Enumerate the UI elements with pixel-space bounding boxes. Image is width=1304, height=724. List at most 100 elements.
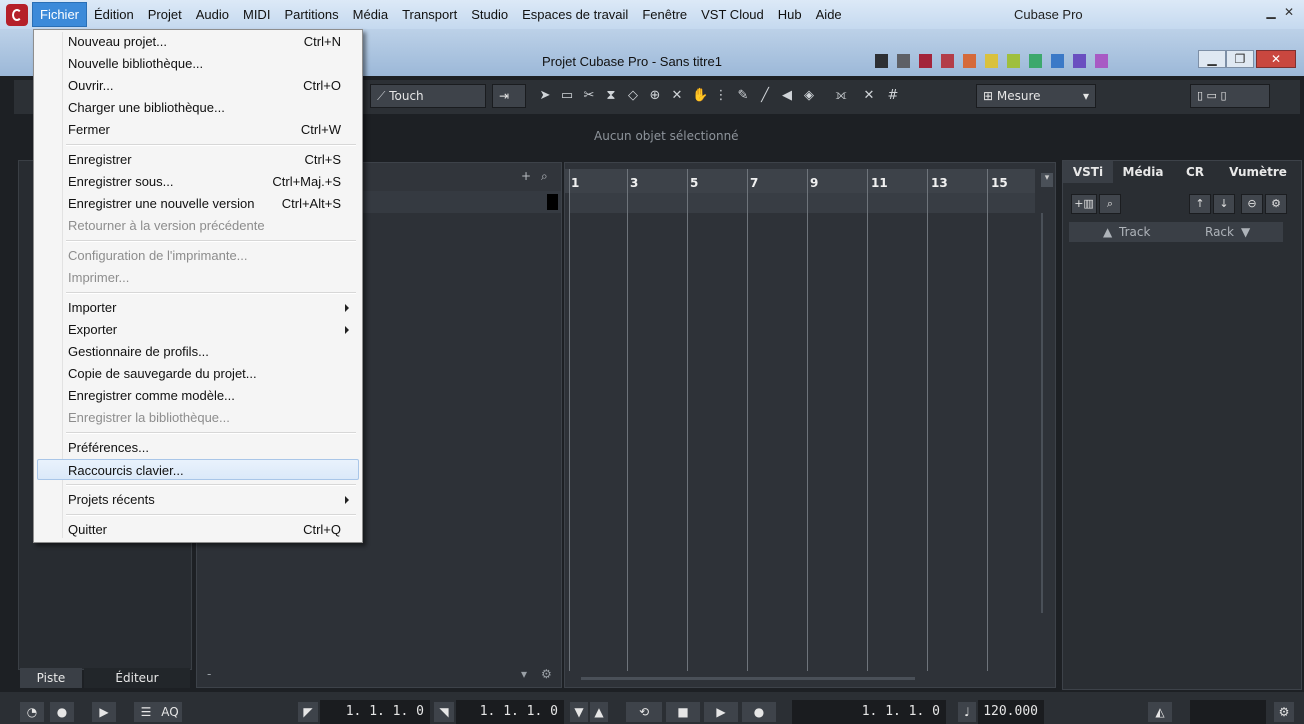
gear-icon[interactable]: ⚙: [541, 667, 552, 681]
timewarp-tool-icon[interactable]: ⋮: [714, 89, 728, 103]
menu-item-preferences[interactable]: Préférences...: [37, 437, 359, 458]
color-tool-icon[interactable]: ◈: [802, 89, 816, 103]
play-tool-icon[interactable]: ◀: [780, 89, 794, 103]
menu-transport[interactable]: Transport: [395, 3, 464, 26]
punch-in-icon[interactable]: ▼: [570, 702, 588, 722]
snap-to-zero-icon[interactable]: ⟗: [834, 89, 848, 103]
record-mode-icon[interactable]: ●: [50, 702, 74, 722]
tab-media[interactable]: Média: [1115, 161, 1171, 183]
event-display[interactable]: ▾: [564, 162, 1056, 688]
event-lane[interactable]: [569, 193, 1035, 213]
color-swatch[interactable]: [1051, 54, 1064, 68]
menu-projet[interactable]: Projet: [141, 3, 189, 26]
cubase-logo-icon[interactable]: [6, 3, 28, 26]
automation-mode-select[interactable]: ⟋ Touch: [370, 84, 486, 108]
col-track[interactable]: Track: [1119, 225, 1150, 239]
add-track-icon[interactable]: +: [521, 169, 531, 183]
tempo-display[interactable]: 120.000: [978, 700, 1044, 724]
color-swatch[interactable]: [897, 54, 910, 68]
search-icon[interactable]: ⌕: [1099, 194, 1121, 214]
right-locator-icon[interactable]: ◥: [434, 702, 454, 722]
tab-vumetre[interactable]: Vumètre: [1219, 161, 1297, 183]
menu-item-enregistrer-sous[interactable]: Enregistrer sous... Ctrl+Maj.+S: [37, 171, 359, 192]
split-tool-icon[interactable]: ✂: [582, 89, 596, 103]
position-display[interactable]: 1. 1. 1. 0: [792, 700, 946, 724]
menu-item-configuration-imprimante[interactable]: Configuration de l'imprimante...: [37, 245, 359, 266]
arrow-up-icon[interactable]: ↑: [1189, 194, 1211, 214]
menu-item-nouvelle-version[interactable]: Enregistrer une nouvelle version Ctrl+Alt…: [37, 193, 359, 214]
record-button[interactable]: ●: [742, 702, 776, 722]
grid-type-select[interactable]: ⊞ Mesure ▾: [976, 84, 1096, 108]
menu-audio[interactable]: Audio: [189, 3, 236, 26]
grid-icon[interactable]: #: [886, 89, 900, 103]
col-rack[interactable]: Rack: [1205, 225, 1234, 239]
menu-hub[interactable]: Hub: [771, 3, 809, 26]
menu-item-enregistrer-bibliotheque[interactable]: Enregistrer la bibliothèque...: [37, 407, 359, 428]
menu-vst-cloud[interactable]: VST Cloud: [694, 3, 771, 26]
tab-cr[interactable]: CR: [1173, 161, 1217, 183]
color-swatch[interactable]: [1029, 54, 1042, 68]
sort-down-icon[interactable]: ▼: [1241, 225, 1250, 239]
menu-item-enregistrer-modele[interactable]: Enregistrer comme modèle...: [37, 385, 359, 406]
menu-item-gestionnaire-profils[interactable]: Gestionnaire de profils...: [37, 341, 359, 362]
color-swatch[interactable]: [919, 54, 932, 68]
menu-item-quitter[interactable]: Quitter Ctrl+Q: [37, 519, 359, 540]
left-locator-field[interactable]: 1. 1. 1. 0: [320, 700, 430, 724]
right-locator-field[interactable]: 1. 1. 1. 0: [456, 700, 564, 724]
color-swatch[interactable]: [1073, 54, 1086, 68]
menu-item-nouvelle-bibliotheque[interactable]: Nouvelle bibliothèque...: [37, 53, 359, 74]
menu-item-importer[interactable]: Importer: [37, 297, 359, 318]
tab-piste[interactable]: Piste: [20, 668, 82, 688]
close-icon[interactable]: ✕: [1276, 4, 1302, 20]
tempo-icon[interactable]: ♩: [958, 702, 976, 722]
project-minimize-icon[interactable]: ▁: [1198, 50, 1226, 68]
menu-partitions[interactable]: Partitions: [277, 3, 345, 26]
pointer-tool-icon[interactable]: ➤: [538, 89, 552, 103]
erase-tool-icon[interactable]: ◇: [626, 89, 640, 103]
menu-item-version-precedente[interactable]: Retourner à la version précédente: [37, 215, 359, 236]
horizontal-scrollbar[interactable]: [581, 677, 915, 680]
menu-item-enregistrer[interactable]: Enregistrer Ctrl+S: [37, 149, 359, 170]
snap-mode-button[interactable]: ⇥: [492, 84, 526, 108]
menu-studio[interactable]: Studio: [464, 3, 515, 26]
add-instrument-icon[interactable]: +▥: [1071, 194, 1097, 214]
ruler-menu-icon[interactable]: ▾: [1041, 173, 1053, 187]
play-button[interactable]: ▶: [704, 702, 738, 722]
cycle-button[interactable]: ⟲: [626, 702, 662, 722]
menu-item-imprimer[interactable]: Imprimer...: [37, 267, 359, 288]
window-layout-buttons[interactable]: ▯ ▭ ▯: [1190, 84, 1270, 108]
quantize-icon[interactable]: ☰: [134, 702, 158, 722]
arrow-down-icon[interactable]: ↓: [1213, 194, 1235, 214]
draw-tool-icon[interactable]: ✎: [736, 89, 750, 103]
stop-button[interactable]: ■: [666, 702, 700, 722]
snap-toggle-icon[interactable]: ✕: [862, 89, 876, 103]
tab-vsti[interactable]: VSTi: [1063, 161, 1113, 183]
punch-out-icon[interactable]: ▲: [590, 702, 608, 722]
menu-edition[interactable]: Édition: [87, 3, 141, 26]
project-close-icon[interactable]: ✕: [1256, 50, 1296, 68]
mute-tool-icon[interactable]: ✕: [670, 89, 684, 103]
cycle-mode-icon[interactable]: ▶: [92, 702, 116, 722]
menu-espaces-de-travail[interactable]: Espaces de travail: [515, 3, 635, 26]
menu-item-ouvrir[interactable]: Ouvrir... Ctrl+O: [37, 75, 359, 96]
metronome-icon[interactable]: ◭: [1148, 702, 1172, 722]
sort-up-icon[interactable]: ▲: [1103, 225, 1112, 239]
menu-item-projets-recents[interactable]: Projets récents: [37, 489, 359, 510]
search-icon[interactable]: ⌕: [541, 169, 548, 184]
zoom-tool-icon[interactable]: ⊕: [648, 89, 662, 103]
line-tool-icon[interactable]: ╱: [758, 89, 772, 103]
chevron-down-icon[interactable]: ▾: [521, 667, 527, 681]
zoom-out-icon[interactable]: -: [207, 667, 211, 681]
menu-fenetre[interactable]: Fenêtre: [635, 3, 694, 26]
history-icon[interactable]: ◔: [20, 702, 44, 722]
color-swatch[interactable]: [1095, 54, 1108, 68]
color-swatch[interactable]: [941, 54, 954, 68]
collapse-icon[interactable]: ⊖: [1241, 194, 1263, 214]
menu-item-fermer[interactable]: Fermer Ctrl+W: [37, 119, 359, 140]
auto-quantize-button[interactable]: AQ: [158, 702, 182, 722]
menu-media[interactable]: Média: [346, 3, 395, 26]
color-swatch[interactable]: [1007, 54, 1020, 68]
hand-tool-icon[interactable]: ✋: [692, 89, 708, 103]
menu-item-charger-bibliotheque[interactable]: Charger une bibliothèque...: [37, 97, 359, 118]
menu-item-raccourcis-clavier[interactable]: Raccourcis clavier...: [37, 459, 359, 480]
